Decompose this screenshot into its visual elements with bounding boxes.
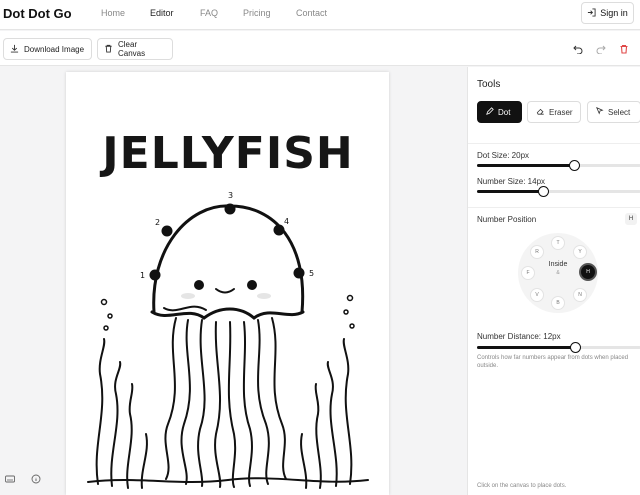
download-icon — [10, 44, 19, 55]
undo-icon[interactable] — [571, 42, 585, 56]
clear-canvas-label: Clear Canvas — [118, 40, 146, 58]
nav-link-contact[interactable]: Contact — [296, 8, 327, 18]
footer-hint: Click on the canvas to place dots. — [477, 483, 567, 489]
dot-number-5: 5 — [309, 269, 314, 278]
editor-toolbar: Download Image Clear Canvas — [0, 31, 640, 66]
nav-link-pricing[interactable]: Pricing — [243, 8, 271, 18]
tool-dot-label: Dot — [498, 107, 511, 117]
distance-hint: Controls how far numbers appear from dot… — [477, 355, 629, 369]
tools-title: Tools — [477, 79, 501, 90]
dot-number-1: 1 — [140, 271, 145, 280]
dot-size-thumb[interactable] — [569, 160, 580, 171]
dot-2[interactable] — [161, 225, 173, 237]
position-bottom-right[interactable]: N — [573, 288, 587, 302]
dot-5[interactable] — [293, 267, 305, 279]
dot-4[interactable] — [273, 224, 285, 236]
dot-number-2: 2 — [155, 218, 160, 227]
position-center[interactable]: Inside & — [540, 260, 576, 278]
position-bottom[interactable]: B — [551, 296, 565, 310]
redo-icon[interactable] — [594, 42, 608, 56]
position-right[interactable]: H — [579, 263, 597, 281]
canvas-title: JELLYFISH — [99, 128, 353, 179]
brand-logo[interactable]: Dot Dot Go — [3, 6, 72, 21]
position-left[interactable]: F — [521, 266, 535, 280]
keyboard-icon[interactable] — [3, 472, 17, 486]
sign-in-button[interactable]: Sign in — [581, 2, 634, 24]
number-position-label: Number Position — [477, 215, 537, 224]
sign-in-icon — [587, 7, 596, 19]
number-distance-thumb[interactable] — [570, 342, 581, 353]
drawing-canvas[interactable]: JELLYFISH 1 2 3 4 5 — [78, 84, 377, 495]
tool-eraser-label: Eraser — [549, 107, 573, 117]
canvas-sheet: JELLYFISH 1 2 3 4 5 — [66, 72, 389, 495]
clear-canvas-button[interactable]: Clear Canvas — [97, 38, 173, 60]
download-image-label: Download Image — [24, 44, 85, 54]
tools-panel: Tools Dot Eraser Select Dot Size: 20px N… — [467, 67, 640, 495]
eraser-icon — [536, 107, 545, 117]
top-navigation: Dot Dot Go Home Editor FAQ Pricing Conta… — [0, 0, 640, 30]
dot-3[interactable] — [224, 203, 236, 215]
jellyfish-illustration — [87, 204, 369, 489]
position-badge: H — [625, 213, 637, 225]
nav-link-faq[interactable]: FAQ — [200, 8, 218, 18]
position-center-sub: & — [556, 270, 560, 276]
tool-eraser-button[interactable]: Eraser — [527, 101, 581, 123]
position-center-label: Inside — [548, 261, 568, 268]
number-distance-label: Number Distance: 12px — [477, 332, 561, 341]
dot-size-label: Dot Size: 20px — [477, 151, 530, 160]
number-size-slider[interactable] — [477, 186, 640, 197]
panel-divider — [468, 143, 640, 144]
nav-link-editor[interactable]: Editor — [150, 8, 174, 18]
number-distance-slider[interactable] — [477, 342, 640, 353]
dot-number-3: 3 — [228, 191, 233, 200]
placed-dots[interactable] — [149, 203, 305, 281]
number-position-dial: T Y R H N B V F Inside & — [518, 233, 598, 313]
tool-dot-button[interactable]: Dot — [477, 101, 522, 123]
position-bottom-left[interactable]: V — [530, 288, 544, 302]
number-size-thumb[interactable] — [538, 186, 549, 197]
info-icon[interactable] — [29, 472, 43, 486]
download-image-button[interactable]: Download Image — [3, 38, 92, 60]
position-top-left[interactable]: R — [530, 245, 544, 259]
cursor-icon — [596, 107, 604, 117]
number-size-label: Number Size: 14px — [477, 177, 546, 186]
position-top-right[interactable]: Y — [573, 245, 587, 259]
dot-number-4: 4 — [284, 217, 289, 226]
sign-in-label: Sign in — [600, 8, 628, 18]
pencil-icon — [486, 107, 494, 117]
tool-select-label: Select — [608, 107, 631, 117]
dot-1[interactable] — [149, 269, 161, 281]
nav-link-home[interactable]: Home — [101, 8, 125, 18]
tool-select-button[interactable]: Select — [587, 101, 640, 123]
dot-size-slider[interactable] — [477, 160, 640, 171]
delete-icon[interactable] — [617, 42, 631, 56]
panel-divider — [468, 207, 640, 208]
position-top[interactable]: T — [551, 236, 565, 250]
trash-icon — [104, 44, 113, 55]
